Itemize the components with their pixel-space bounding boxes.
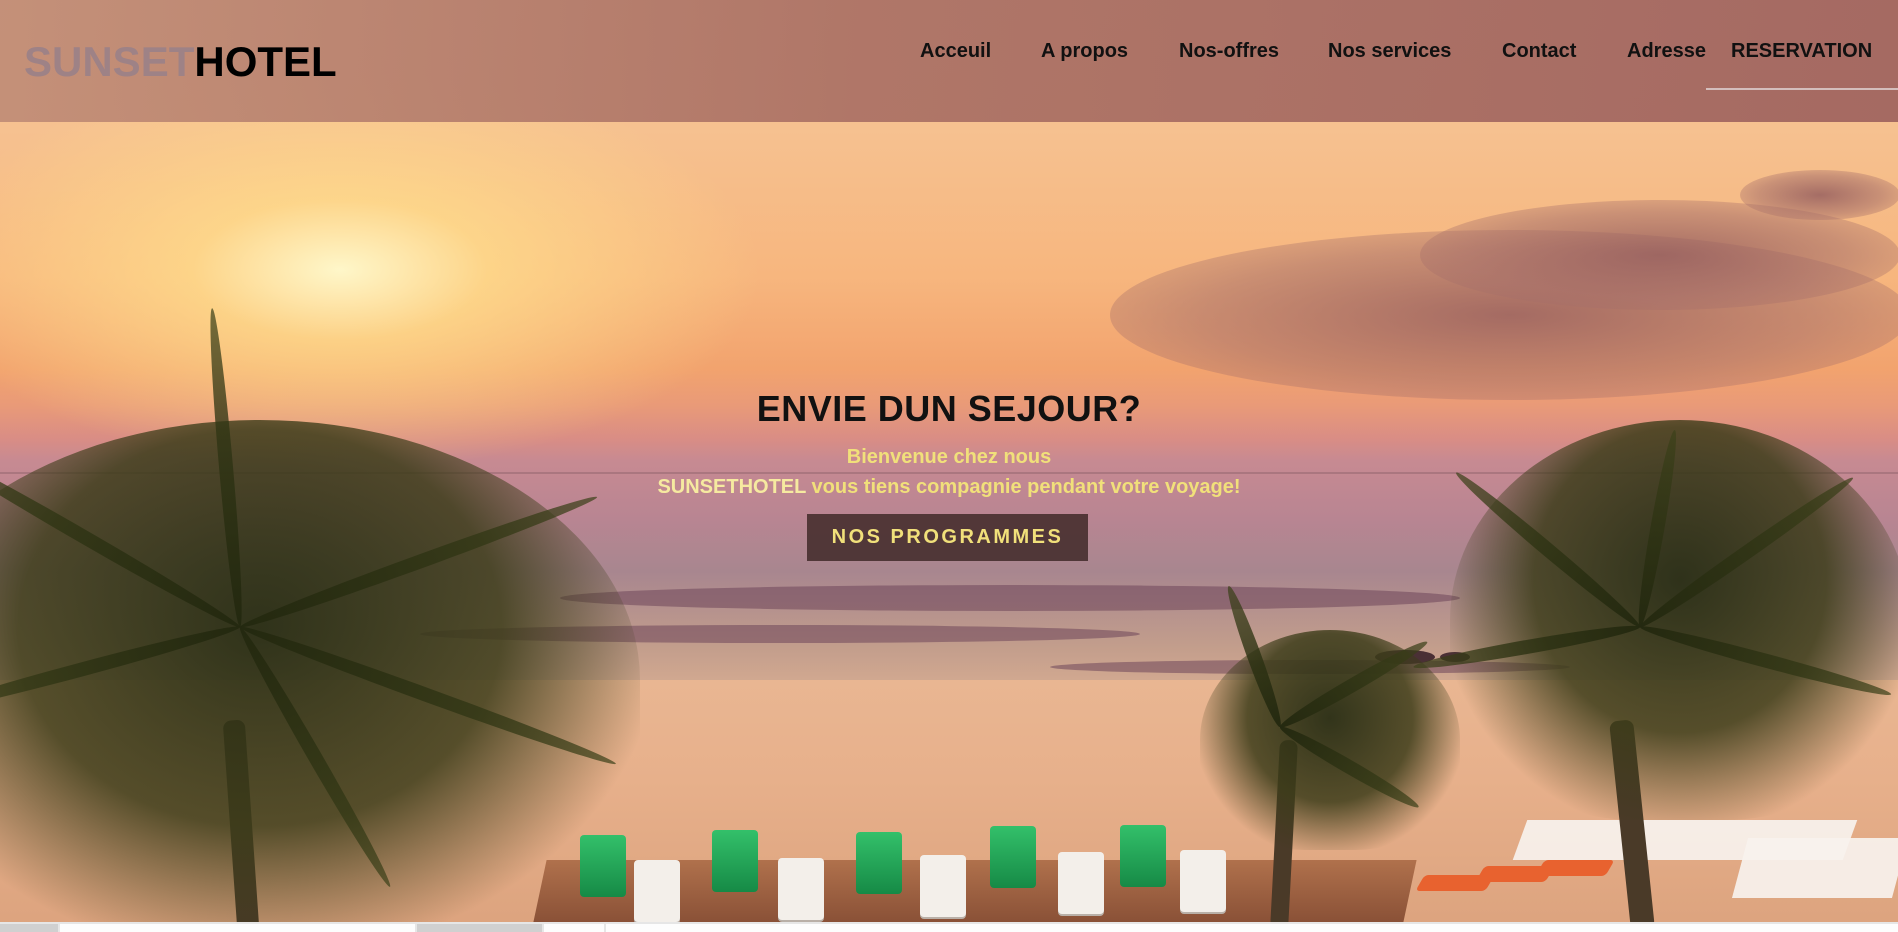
nav-nos-offres[interactable]: Nos-offres <box>1179 40 1279 63</box>
nav-a-propos[interactable]: A propos <box>1041 40 1128 63</box>
wave <box>560 585 1460 611</box>
strip-segment <box>606 924 1898 932</box>
site-header: SUNSETHOTEL Acceuil A propos Nos-offres … <box>0 0 1898 122</box>
nav-nos-services[interactable]: Nos services <box>1328 40 1451 63</box>
canopy <box>1731 838 1898 898</box>
logo-part-sunset: SUNSET <box>24 38 195 85</box>
reservation-underline <box>1706 88 1898 90</box>
hero-tagline-text: SUNSETHOTEL vous tiens compagnie pendant… <box>657 476 1241 498</box>
nav-acceuil[interactable]: Acceuil <box>920 40 991 63</box>
logo-part-hotel: HOTEL <box>194 38 337 85</box>
tagline-brand: SUNSETHOTEL <box>657 476 806 498</box>
lounger <box>1120 825 1166 887</box>
lounger <box>1535 860 1615 876</box>
strip-segment <box>417 924 542 932</box>
lounger <box>856 832 902 894</box>
nav-contact[interactable]: Contact <box>1502 40 1576 63</box>
lounger <box>778 858 824 920</box>
hero-welcome-text: Bienvenue chez nous <box>846 446 1052 468</box>
lounger <box>1180 850 1226 912</box>
strip-segment <box>0 924 58 932</box>
nav-reservation[interactable]: RESERVATION <box>1731 40 1872 63</box>
hero-title: ENVIE DUN SEJOUR? <box>756 388 1142 429</box>
lounger <box>920 855 966 917</box>
nos-programmes-button[interactable]: NOS PROGRAMMES <box>807 514 1088 561</box>
cloud <box>1740 170 1898 220</box>
nav-adresse[interactable]: Adresse <box>1627 40 1706 63</box>
bottom-strip <box>0 922 1898 932</box>
strip-segment <box>60 924 415 932</box>
lounger <box>1058 852 1104 914</box>
lounger <box>990 826 1036 888</box>
site-logo[interactable]: SUNSETHOTEL <box>24 38 337 86</box>
lounger <box>634 860 680 922</box>
strip-segment <box>544 924 604 932</box>
lounger <box>712 830 758 892</box>
